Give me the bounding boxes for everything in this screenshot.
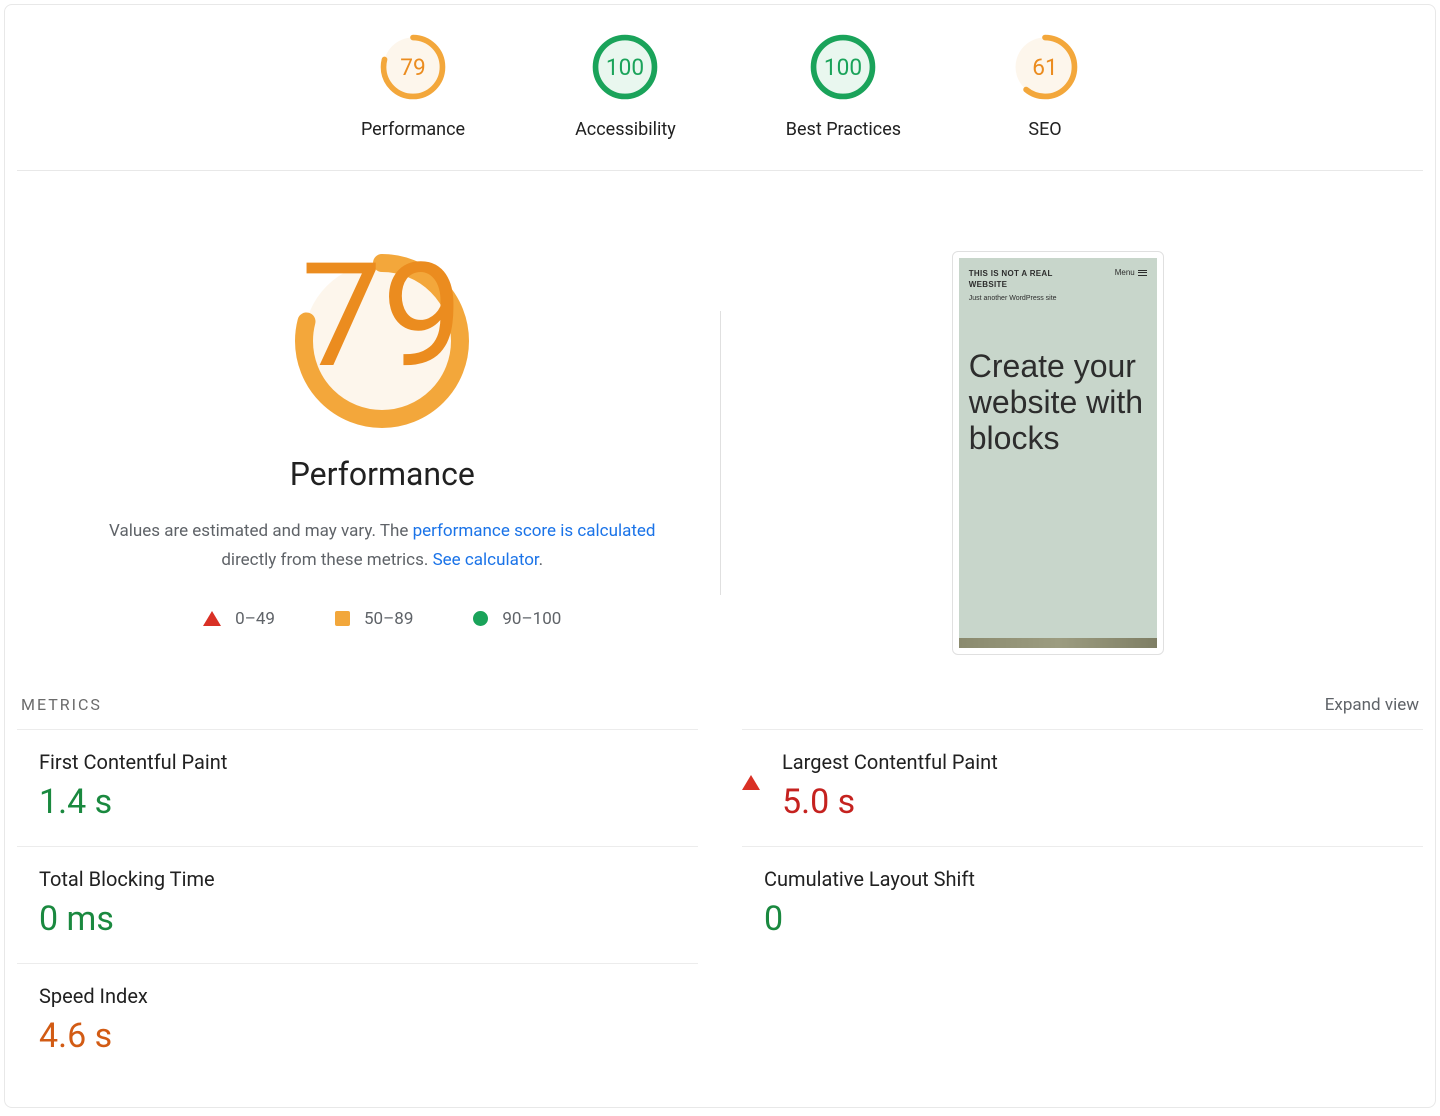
- preview-tagline: Just another WordPress site: [969, 294, 1069, 304]
- metric-lcp[interactable]: Largest Contentful Paint 5.0 s: [742, 729, 1423, 846]
- gauge-label-accessibility: Accessibility: [575, 119, 676, 140]
- svg-text:61: 61: [1032, 54, 1057, 81]
- screenshot-preview-wrap: THIS IS NOT A REAL WEBSITE Menu Just ano…: [721, 251, 1396, 655]
- triangle-icon: [742, 756, 760, 790]
- legend-range: 0–49: [235, 609, 275, 629]
- site-preview: THIS IS NOT A REAL WEBSITE Menu Just ano…: [959, 258, 1157, 648]
- svg-text:100: 100: [606, 54, 644, 81]
- legend-item-pass: 90–100: [473, 609, 561, 629]
- metrics-grid: First Contentful Paint 1.4 s Largest Con…: [5, 729, 1435, 1080]
- metric-cls[interactable]: Cumulative Layout Shift 0: [742, 846, 1423, 963]
- circle-icon: [473, 611, 488, 626]
- gauge-best-practices[interactable]: 100 Best Practices: [786, 33, 901, 140]
- performance-gauge-large: 79: [292, 251, 472, 431]
- summary-gauges: 79 Performance 100 Accessibility 100 Bes…: [17, 5, 1423, 171]
- legend-range: 50–89: [364, 609, 413, 629]
- gauge-label-seo: SEO: [1028, 119, 1061, 140]
- report-card: 79 Performance 100 Accessibility 100 Bes…: [4, 4, 1436, 1108]
- screenshot-preview: THIS IS NOT A REAL WEBSITE Menu Just ano…: [952, 251, 1164, 655]
- preview-menu: Menu: [1115, 268, 1147, 277]
- performance-subtext: Values are estimated and may vary. The p…: [102, 517, 662, 575]
- metric-name-fcp: First Contentful Paint: [39, 750, 227, 774]
- metric-name-cls: Cumulative Layout Shift: [764, 867, 975, 891]
- performance-summary: 79 Performance Values are estimated and …: [45, 251, 720, 655]
- performance-title: Performance: [290, 455, 475, 493]
- triangle-icon: [203, 611, 221, 626]
- perf-sub-text: directly from these metrics.: [221, 550, 432, 570]
- preview-menu-label: Menu: [1115, 268, 1135, 277]
- perf-sub-text: Values are estimated and may vary. The: [109, 521, 413, 541]
- metric-value-cls: 0: [764, 899, 975, 939]
- legend-item-fail: 0–49: [203, 609, 275, 629]
- preview-footer-image: [959, 638, 1157, 648]
- metric-name-si: Speed Index: [39, 984, 148, 1008]
- score-legend: 0–49 50–89 90–100: [203, 609, 561, 629]
- metric-name-lcp: Largest Contentful Paint: [782, 750, 998, 774]
- metrics-heading: METRICS: [21, 695, 102, 715]
- legend-range: 90–100: [502, 609, 561, 629]
- metric-name-tbt: Total Blocking Time: [39, 867, 215, 891]
- metric-value-tbt: 0 ms: [39, 899, 215, 939]
- gauge-label-best-practices: Best Practices: [786, 119, 901, 140]
- hamburger-icon: [1138, 270, 1147, 276]
- svg-text:79: 79: [400, 54, 425, 81]
- perf-score-link[interactable]: performance score is calculated: [413, 521, 656, 541]
- perf-calculator-link[interactable]: See calculator: [433, 550, 539, 570]
- metric-value-si: 4.6 s: [39, 1016, 148, 1056]
- performance-score-large: 79: [301, 251, 463, 401]
- gauge-seo[interactable]: 61 SEO: [1011, 33, 1079, 140]
- legend-item-average: 50–89: [335, 609, 413, 629]
- gauge-accessibility[interactable]: 100 Accessibility: [575, 33, 676, 140]
- square-icon: [335, 611, 350, 626]
- preview-site-title: THIS IS NOT A REAL WEBSITE: [969, 268, 1079, 290]
- gauge-label-performance: Performance: [361, 119, 465, 140]
- metric-fcp[interactable]: First Contentful Paint 1.4 s: [17, 729, 698, 846]
- performance-section: 79 Performance Values are estimated and …: [5, 171, 1435, 695]
- metric-value-fcp: 1.4 s: [39, 782, 227, 822]
- svg-text:100: 100: [824, 54, 862, 81]
- metric-value-lcp: 5.0 s: [782, 782, 998, 822]
- metric-si[interactable]: Speed Index 4.6 s: [17, 963, 698, 1080]
- metric-tbt[interactable]: Total Blocking Time 0 ms: [17, 846, 698, 963]
- perf-sub-text: .: [539, 550, 543, 570]
- expand-view-button[interactable]: Expand view: [1325, 695, 1419, 715]
- preview-hero: Create your website with blocks: [969, 348, 1147, 456]
- gauge-performance[interactable]: 79 Performance: [361, 33, 465, 140]
- metrics-header: METRICS Expand view: [9, 695, 1431, 729]
